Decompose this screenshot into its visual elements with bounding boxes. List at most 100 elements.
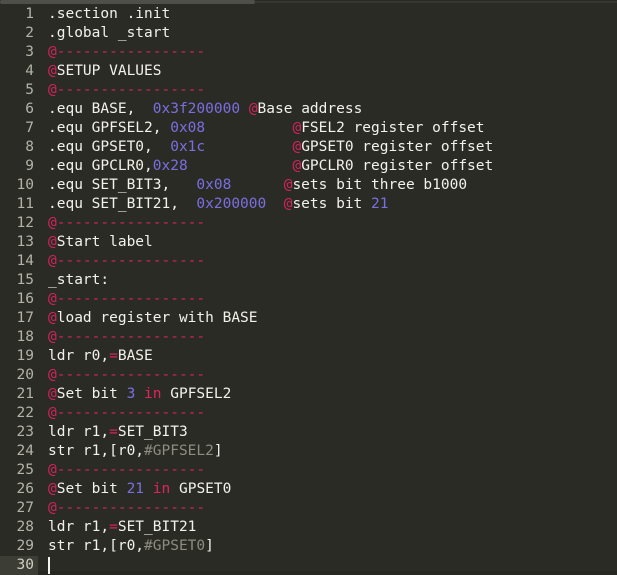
line-number: 3 (25, 44, 34, 60)
code-line[interactable]: 2 .global _start (0, 24, 617, 43)
token-dash: ----------------- (56, 329, 206, 345)
token-at: @ (48, 367, 57, 383)
token-plain: ldr r1, (48, 519, 110, 535)
line-number: 13 (16, 234, 34, 250)
token-comment (135, 386, 144, 402)
token-at: @ (48, 310, 57, 326)
code-line[interactable]: 20 @----------------- (0, 366, 617, 385)
code-line[interactable]: 6 .equ BASE, 0x3f200000 @Base address (0, 100, 617, 119)
code-line[interactable]: 3 @----------------- (0, 43, 617, 62)
code-line[interactable]: 26 @Set bit 21 in GPSET0 (0, 480, 617, 499)
scrollbar-trough[interactable] (255, 1, 617, 3)
token-plain: .equ GPSET0, (48, 139, 171, 155)
line-number: 7 (25, 120, 34, 136)
token-dash: ----------------- (56, 44, 206, 60)
token-comment: sets bit (292, 196, 372, 212)
code-line[interactable]: 9 .equ GPCLR0,0x28 @GPCLR0 register offse… (0, 157, 617, 176)
code-line[interactable]: 14 @----------------- (0, 252, 617, 271)
token-plain: .equ GPFSEL2, (48, 120, 171, 136)
token-at: @ (48, 44, 57, 60)
code-line[interactable]: 13 @Start label (0, 233, 617, 252)
code-line[interactable]: 8 .equ GPSET0, 0x1c @GPSET0 register offs… (0, 138, 617, 157)
line-content: @----------------- (48, 499, 205, 518)
code-line[interactable]: 30 (0, 556, 617, 575)
token-dash: ----------------- (56, 462, 206, 478)
line-content: .equ GPCLR0,0x28 @GPCLR0 register offset (48, 157, 493, 176)
code-line[interactable]: 27 @----------------- (0, 499, 617, 518)
line-content: @Start label (48, 233, 153, 252)
line-content: @SETUP VALUES (48, 62, 162, 81)
code-line[interactable]: 18 @----------------- (0, 328, 617, 347)
code-line[interactable]: 4 @SETUP VALUES (0, 62, 617, 81)
token-at: @ (292, 139, 302, 155)
code-line[interactable]: 15 _start: (0, 271, 617, 290)
token-num: 0x08 (170, 120, 206, 136)
token-dash: ----------------- (56, 291, 206, 307)
token-num: 21 (371, 196, 389, 212)
token-dash: ----------------- (56, 500, 206, 516)
token-comment: Start label (56, 234, 153, 250)
token-plain: .equ SET_BIT3, (48, 177, 197, 193)
token-plain: .global _start (48, 25, 171, 41)
code-line[interactable]: 5 @----------------- (0, 81, 617, 100)
token-plain: .section .init (48, 6, 171, 22)
code-line[interactable]: 1 .section .init (0, 5, 617, 24)
token-plain: BASE (117, 348, 153, 364)
token-comment: GPSET0 (170, 481, 232, 497)
line-content: @----------------- (48, 366, 205, 385)
line-number: 24 (16, 443, 34, 459)
code-line[interactable]: 22 @----------------- (0, 404, 617, 423)
code-line[interactable]: 21 @Set bit 3 in GPFSEL2 (0, 385, 617, 404)
line-content: @----------------- (48, 328, 205, 347)
token-at: @ (248, 101, 258, 117)
code-line[interactable]: 17 @load register with BASE (0, 309, 617, 328)
token-comment: Set bit (56, 386, 127, 402)
token-comment: FSEL2 register offset (301, 120, 485, 136)
line-number: 26 (16, 481, 34, 497)
scrollbar-thumb[interactable] (0, 0, 255, 4)
line-content: .section .init (48, 5, 170, 24)
line-number: 30 (0, 556, 38, 575)
code-text-area[interactable]: 1 .section .init 2 .global _start 3 @--------… (0, 5, 617, 575)
line-number: 8 (25, 139, 34, 155)
line-content: .equ GPFSEL2, 0x08 @FSEL2 register offse… (48, 119, 485, 138)
token-at: @ (48, 481, 57, 497)
code-line[interactable]: 19 ldr r0,=BASE (0, 347, 617, 366)
token-at: @ (48, 82, 57, 98)
line-content: .global _start (48, 24, 170, 43)
line-content: @----------------- (48, 252, 205, 271)
code-line[interactable]: 11 .equ SET_BIT21, 0x200000 @sets bit 21 (0, 195, 617, 214)
code-line[interactable]: 12 @----------------- (0, 214, 617, 233)
line-content: _start: (48, 271, 109, 290)
code-line[interactable]: 23 ldr r1,=SET_BIT3 (0, 423, 617, 442)
line-number: 18 (16, 329, 34, 345)
code-line[interactable]: 16 @----------------- (0, 290, 617, 309)
line-content: @Set bit 3 in GPFSEL2 (48, 385, 231, 404)
code-line[interactable]: 29 str r1,[r0,#GPSET0] (0, 537, 617, 556)
token-plain: SET_BIT21 (117, 519, 197, 535)
token-dash: ----------------- (56, 367, 206, 383)
token-comment: Base address (257, 101, 363, 117)
line-content: .equ BASE, 0x3f200000 @Base address (48, 100, 362, 119)
token-comment: sets bit three b1000 (292, 177, 468, 193)
code-line[interactable]: 24 str r1,[r0,#GPFSEL2] (0, 442, 617, 461)
token-at: @ (48, 234, 57, 250)
token-comment: GPCLR0 register offset (301, 158, 494, 174)
code-line[interactable]: 7 .equ GPFSEL2, 0x08 @FSEL2 register offs… (0, 119, 617, 138)
token-num: 0x08 (196, 177, 232, 193)
horizontal-scrollbar[interactable] (0, 0, 617, 5)
code-line[interactable]: 28 ldr r1,=SET_BIT21 (0, 518, 617, 537)
token-eq: = (109, 348, 118, 364)
line-content: @----------------- (48, 290, 205, 309)
token-at: @ (48, 462, 57, 478)
line-content: ldr r1,=SET_BIT21 (48, 518, 196, 537)
token-comment: load register with BASE (56, 310, 258, 326)
code-editor[interactable]: 1 .section .init 2 .global _start 3 @--------… (0, 0, 617, 575)
code-line[interactable]: 10 .equ SET_BIT3, 0x08 @sets bit three b1… (0, 176, 617, 195)
token-plain: .equ BASE, (48, 101, 153, 117)
token-num: 0x1c (170, 139, 206, 155)
code-line[interactable]: 25 @----------------- (0, 461, 617, 480)
